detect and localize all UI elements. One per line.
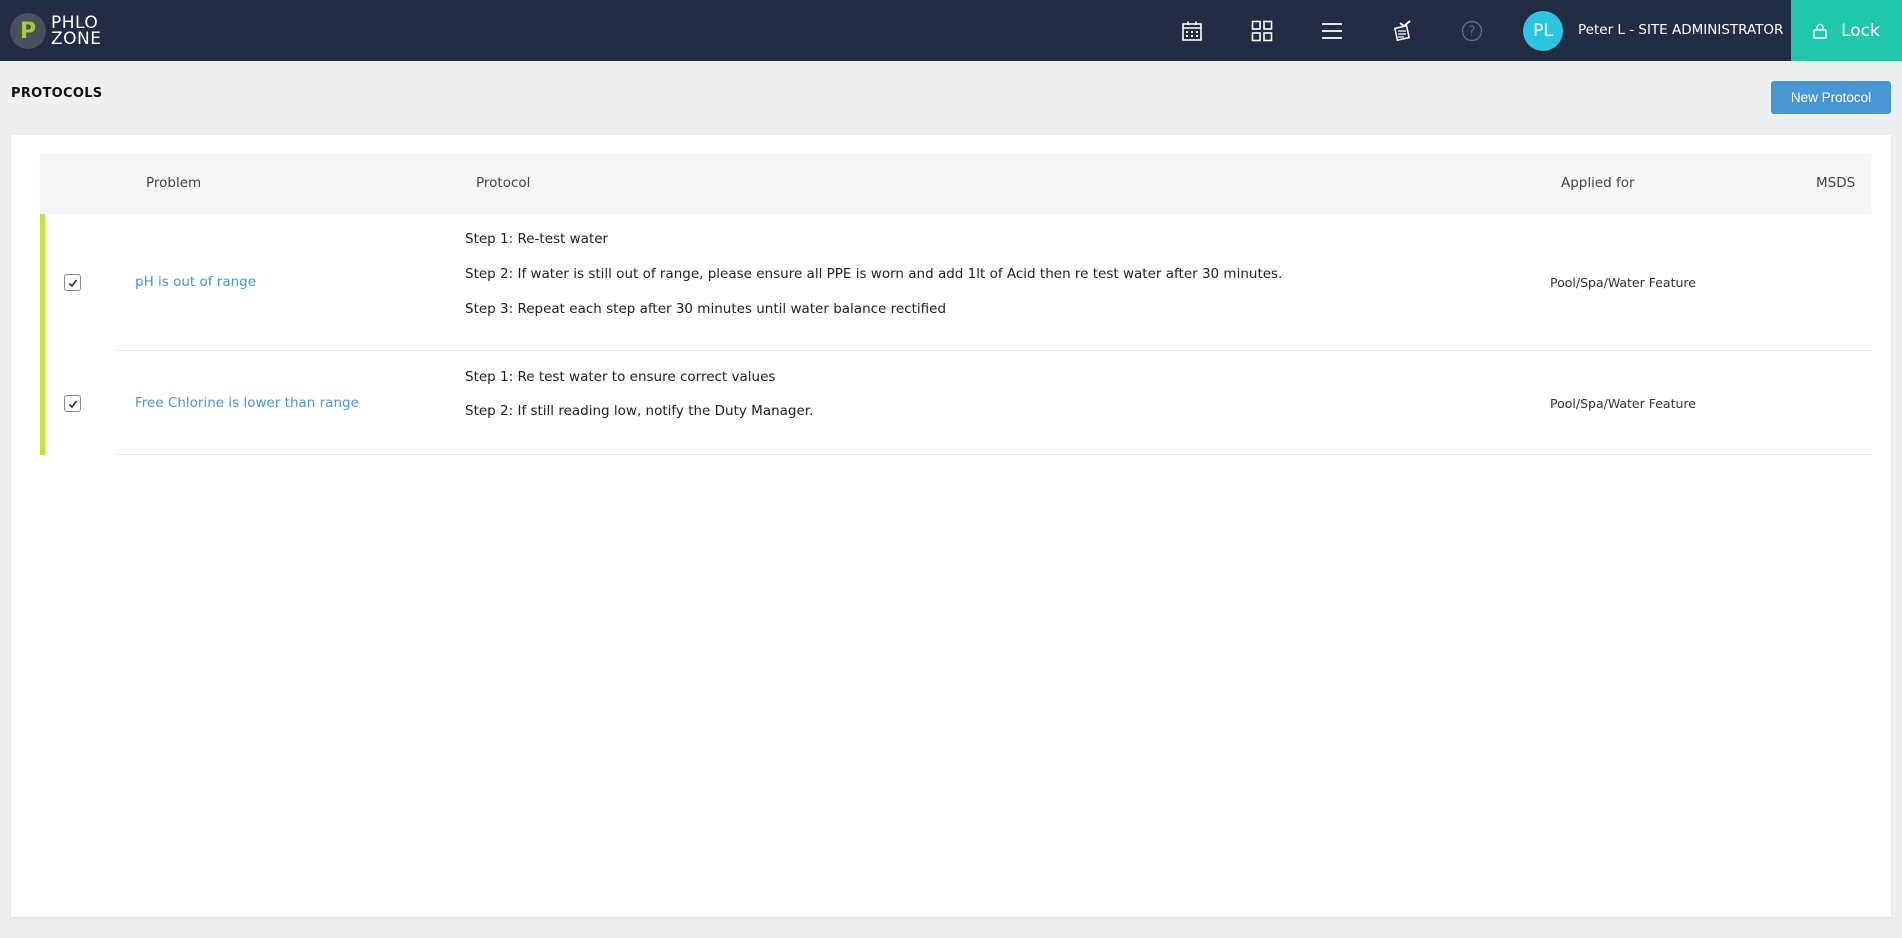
help-icon[interactable]: ? [1459, 18, 1485, 44]
applied-for-value: Pool/Spa/Water Feature [1550, 275, 1696, 290]
protocol-step: Step 1: Re-test water [465, 231, 609, 247]
logo[interactable]: P PHLO ZONE [10, 13, 110, 49]
protocol-steps: Step 1: Re-test water Step 2: If water i… [465, 231, 1282, 336]
user-name-role[interactable]: Peter L - SITE ADMINISTRATOR [1578, 22, 1783, 38]
problem-link[interactable]: Free Chlorine is lower than range [135, 395, 359, 411]
logo-wordmark: PHLO ZONE [51, 15, 102, 49]
protocol-steps: Step 1: Re test water to ensure correct … [465, 369, 813, 437]
calendar-icon[interactable] [1179, 18, 1205, 44]
grid-icon[interactable] [1249, 18, 1275, 44]
logo-mark: P [10, 13, 46, 49]
row-checkbox[interactable] [64, 274, 81, 291]
column-header-problem[interactable]: Problem [146, 175, 201, 191]
lock-label: Lock [1841, 20, 1880, 41]
column-header-protocol[interactable]: Protocol [476, 175, 530, 191]
column-header-msds[interactable]: MSDS [1816, 175, 1855, 191]
logo-line-2: ZONE [51, 29, 102, 49]
protocol-step: Step 1: Re test water to ensure correct … [465, 369, 776, 385]
table-row: Free Chlorine is lower than range Step 1… [40, 351, 1871, 455]
protocol-step: Step 3: Repeat each step after 30 minute… [465, 301, 947, 317]
table-header: Problem Protocol Applied for MSDS [40, 154, 1871, 214]
checklist-icon[interactable] [1389, 18, 1415, 44]
lock-icon [1813, 23, 1827, 39]
page-title: PROTOCOLS [11, 86, 103, 101]
row-status-bar [40, 214, 45, 351]
protocol-step: Step 2: If still reading low, notify the… [465, 403, 814, 419]
protocols-card: Problem Protocol Applied for MSDS pH is … [11, 135, 1891, 917]
applied-for-value: Pool/Spa/Water Feature [1550, 396, 1696, 411]
table-row: pH is out of range Step 1: Re-test water… [40, 214, 1871, 351]
checkmark-icon [68, 279, 77, 287]
new-protocol-button[interactable]: New Protocol [1771, 81, 1891, 114]
top-navbar: P PHLO ZONE ? PL Peter L - SITE ADMINIST… [0, 0, 1902, 61]
row-status-bar [40, 351, 45, 455]
lock-button[interactable]: Lock [1791, 0, 1902, 61]
svg-text:?: ? [1469, 25, 1476, 40]
protocol-step: Step 2: If water is still out of range, … [465, 266, 1283, 282]
menu-icon[interactable] [1319, 18, 1345, 44]
problem-link[interactable]: pH is out of range [135, 274, 256, 290]
column-header-applied-for[interactable]: Applied for [1561, 175, 1635, 191]
row-divider [115, 454, 1871, 455]
checkmark-icon [68, 400, 77, 408]
row-checkbox[interactable] [64, 395, 81, 412]
avatar[interactable]: PL [1523, 11, 1563, 51]
